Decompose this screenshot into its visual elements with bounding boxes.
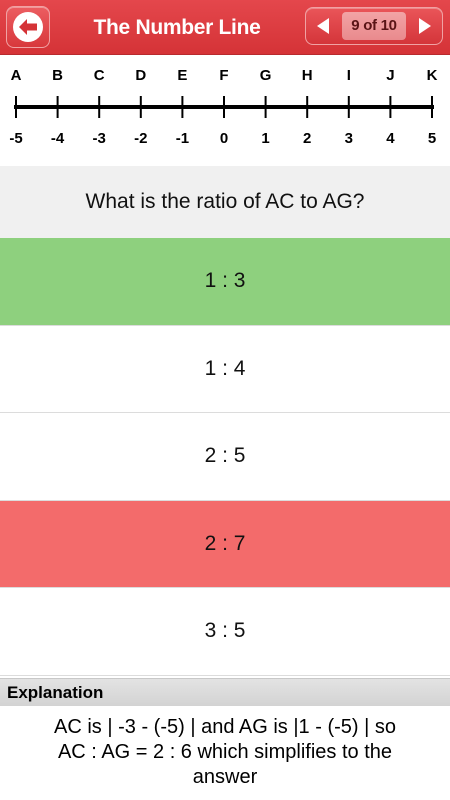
question-counter: 9 of 10 <box>342 12 406 40</box>
point-value-label: -5 <box>9 130 22 147</box>
point-value-label: 3 <box>345 130 353 147</box>
answer-label: 1 : 4 <box>204 356 246 380</box>
back-button[interactable] <box>6 6 50 48</box>
explanation-line: AC is | -3 - (-5) | and AG is |1 - (-5) … <box>54 716 396 738</box>
triangle-right-icon <box>419 18 431 34</box>
explanation-text: AC is | -3 - (-5) | and AG is |1 - (-5) … <box>0 707 450 800</box>
point-value-label: 5 <box>428 130 436 147</box>
number-line: A -5 B -4 C -3 D -2 E -1 F 0 G 1 H 2 I 3 J 4 K 5 <box>0 56 450 166</box>
back-arrow-icon <box>13 12 43 42</box>
point-value-label: -2 <box>134 130 147 147</box>
explanation-line: AC : AG = 2 : 6 which simplifies to the <box>57 741 393 763</box>
point-letter-label: B <box>52 67 63 84</box>
triangle-left-icon <box>317 18 329 34</box>
answer-label: 2 : 5 <box>204 444 246 468</box>
point-letter-label: H <box>302 67 313 84</box>
answer-option[interactable]: 2 : 5 <box>0 413 450 501</box>
question-text: What is the ratio of AC to AG? <box>0 166 450 238</box>
question-pager: 9 of 10 <box>305 7 443 45</box>
next-question-button[interactable] <box>408 8 442 44</box>
answer-label: 1 : 3 <box>204 269 246 293</box>
point-letter-label: G <box>260 67 272 84</box>
point-value-label: 0 <box>220 130 228 147</box>
point-letter-label: D <box>135 67 146 84</box>
point-letter-label: A <box>11 67 22 84</box>
previous-question-button[interactable] <box>306 8 340 44</box>
point-letter-label: F <box>219 67 228 84</box>
app-header: The Number Line 9 of 10 <box>0 0 450 55</box>
page-title: The Number Line <box>93 16 261 39</box>
answer-label: 2 : 7 <box>204 531 246 555</box>
point-value-label: -3 <box>93 130 106 147</box>
answer-option[interactable]: 1 : 4 <box>0 325 450 413</box>
point-value-label: 2 <box>303 130 311 147</box>
point-value-label: -4 <box>51 130 65 147</box>
point-value-label: -1 <box>176 130 189 147</box>
point-letter-label: C <box>94 67 105 84</box>
point-letter-label: E <box>177 67 187 84</box>
explanation-heading: Explanation <box>0 678 450 706</box>
explanation-line: answer <box>192 766 258 788</box>
point-letter-label: J <box>386 67 394 84</box>
point-letter-label: K <box>427 67 438 84</box>
point-value-label: 4 <box>386 130 395 147</box>
answer-label: 3 : 5 <box>204 619 246 643</box>
answer-option[interactable]: 2 : 7 <box>0 500 450 588</box>
number-line-graphic: A -5 B -4 C -3 D -2 E -1 F 0 G 1 H 2 I 3 J 4 K 5 <box>9 67 438 147</box>
answer-option[interactable]: 3 : 5 <box>0 588 450 676</box>
answer-option[interactable]: 1 : 3 <box>0 238 450 326</box>
point-letter-label: I <box>347 67 351 84</box>
point-value-label: 1 <box>261 130 269 147</box>
answer-list: 1 : 3 1 : 4 2 : 5 2 : 7 3 : 5 <box>0 238 450 676</box>
